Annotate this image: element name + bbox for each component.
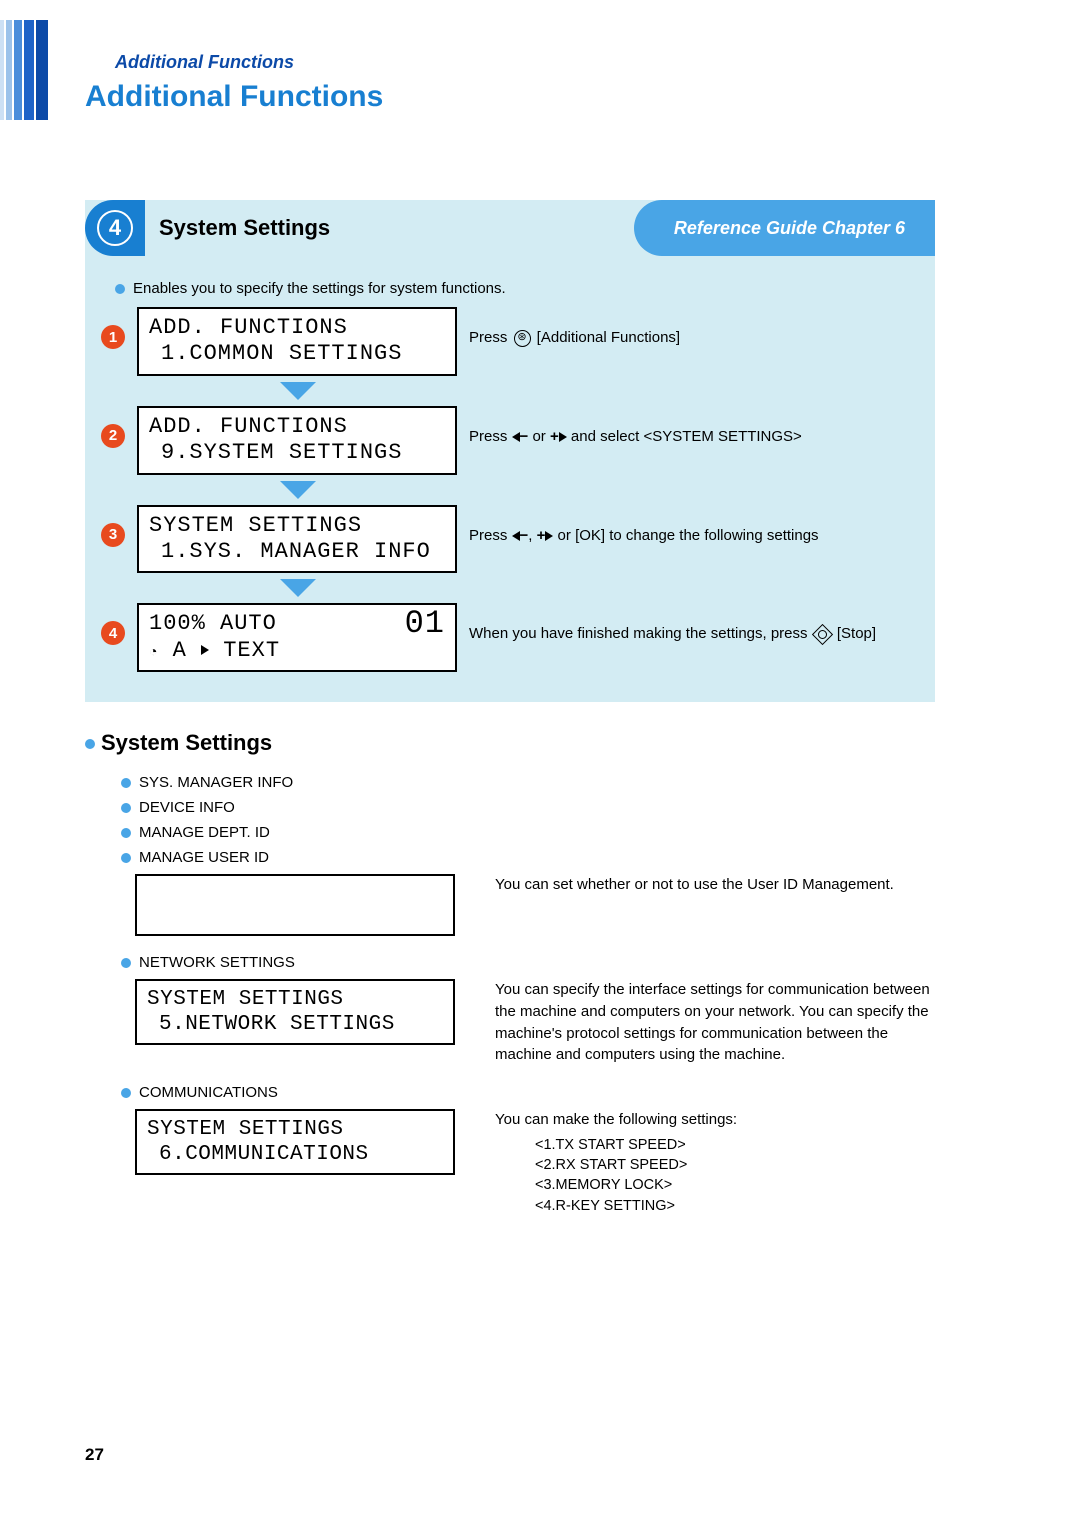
functions-key-icon: ⊛ <box>514 330 531 347</box>
step-badge-2: 2 <box>101 424 125 448</box>
down-arrow-icon <box>280 579 316 597</box>
left-arrow-icon <box>512 432 520 442</box>
bullet-icon <box>121 778 131 788</box>
page-title: Additional Functions <box>85 80 383 114</box>
comm-opt-4: <4.R-KEY SETTING> <box>535 1196 935 1216</box>
right-arrow-icon <box>559 432 567 442</box>
reference-chapter: Reference Guide Chapter 6 <box>634 200 935 256</box>
step1-desc: Press ⊛ [Additional Functions] <box>469 327 935 348</box>
lcd-network: SYSTEM SETTINGS 5.NETWORK SETTINGS <box>135 979 455 1045</box>
lcd-communications: SYSTEM SETTINGS 6.COMMUNICATIONS <box>135 1109 455 1175</box>
step4-desc: When you have finished making the settin… <box>469 623 935 644</box>
section-number-badge: 4 <box>85 200 145 256</box>
lcd-step3: SYSTEM SETTINGS 1.SYS. MANAGER INFO <box>137 505 457 574</box>
stop-key-icon <box>812 624 833 645</box>
step-badge-4: 4 <box>101 621 125 645</box>
comm-opt-2: <2.RX START SPEED> <box>535 1155 935 1175</box>
setting-network: NETWORK SETTINGS <box>139 954 295 971</box>
step2-desc: Press − or + and select <SYSTEM SETTINGS… <box>469 426 935 447</box>
comm-opt-3: <3.MEMORY LOCK> <box>535 1175 935 1195</box>
bullet-icon <box>121 803 131 813</box>
bullet-icon <box>121 1088 131 1098</box>
bullet-icon <box>121 828 131 838</box>
bullet-icon <box>115 284 125 294</box>
lcd-step1: ADD. FUNCTIONS 1.COMMON SETTINGS <box>137 307 457 376</box>
manage-user-desc: You can set whether or not to use the Us… <box>495 874 935 896</box>
down-arrow-icon <box>280 481 316 499</box>
comm-opt-1: <1.TX START SPEED> <box>535 1135 935 1155</box>
section-title: System Settings <box>159 215 330 241</box>
lcd4-text: TEXT <box>223 638 280 663</box>
lcd-manage-user <box>135 874 455 936</box>
network-desc: You can specify the interface settings f… <box>495 979 935 1066</box>
subsection-title: System Settings <box>101 730 272 755</box>
down-arrow-icon <box>280 382 316 400</box>
lcd-step2: ADD. FUNCTIONS 9.SYSTEM SETTINGS <box>137 406 457 475</box>
setting-device-info: DEVICE INFO <box>139 799 235 816</box>
step-badge-1: 1 <box>101 325 125 349</box>
left-arrow-icon <box>512 531 520 541</box>
bullet-icon <box>121 958 131 968</box>
setting-manage-user: MANAGE USER ID <box>139 849 269 866</box>
system-settings-subsection: System Settings SYS. MANAGER INFO DEVICE… <box>85 730 935 1216</box>
bullet-icon <box>121 853 131 863</box>
lcd-step4: 100% AUTO01 ◔ A TEXT <box>137 603 457 672</box>
step3-desc: Press −, + or [OK] to change the followi… <box>469 525 935 546</box>
page-number: 27 <box>85 1445 104 1465</box>
communications-desc: You can make the following settings: <1.… <box>495 1109 935 1216</box>
setting-communications: COMMUNICATIONS <box>139 1084 278 1101</box>
system-settings-box: 4 System Settings Reference Guide Chapte… <box>85 200 935 702</box>
running-header: Additional Functions <box>115 52 294 73</box>
decorative-stripe <box>0 20 48 120</box>
step-badge-3: 3 <box>101 523 125 547</box>
setting-sys-manager: SYS. MANAGER INFO <box>139 774 293 791</box>
section-intro: Enables you to specify the settings for … <box>133 280 506 297</box>
bullet-icon <box>85 739 95 749</box>
setting-manage-dept: MANAGE DEPT. ID <box>139 824 270 841</box>
